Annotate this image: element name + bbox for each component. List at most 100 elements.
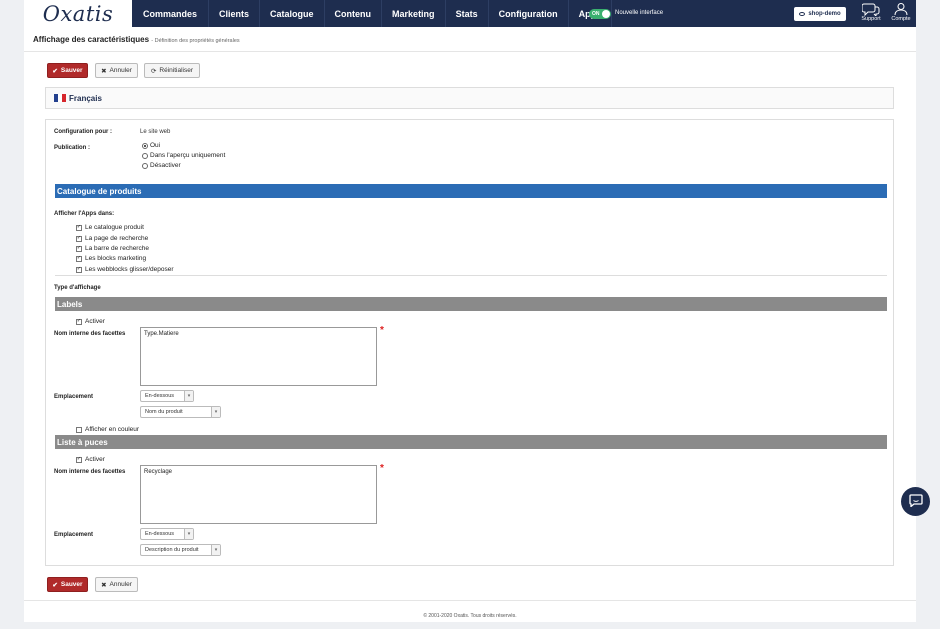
publication-label: Publication :: [54, 145, 90, 151]
checkbox-marketing-blocks[interactable]: ✓ Les blocks marketing: [76, 255, 146, 262]
main-menu: Commandes Clients Catalogue Contenu Mark…: [132, 0, 613, 27]
checkbox-search-page-label: La page de recherche: [85, 235, 149, 242]
save-label: Sauver: [60, 67, 83, 74]
settings-form: Configuration pour : Le site web Publica…: [45, 119, 894, 566]
cancel-button-top[interactable]: ✖ Annuler: [95, 63, 138, 78]
french-flag-icon: [54, 94, 66, 102]
display-type-label: Type d'affichage: [54, 285, 101, 291]
radio-disable-label: Désactiver: [150, 162, 181, 169]
checkbox-webblocks-label: Les webblocks glisser/deposer: [85, 266, 174, 273]
reset-button[interactable]: ⟳ Réinitialiser: [144, 63, 200, 78]
radio-oui-label: Oui: [150, 142, 161, 149]
chevron-down-icon: ▾: [211, 407, 220, 417]
labels-placement-label: Emplacement: [54, 394, 94, 400]
labels-field-select[interactable]: Nom du produit ▾: [140, 406, 221, 418]
radio-selected: [142, 142, 148, 149]
title-divider: [24, 51, 916, 52]
checkbox-catalogue-label: Le catalogue produit: [85, 224, 144, 231]
nav-marketing[interactable]: Marketing: [382, 0, 446, 27]
chat-icon: [908, 494, 923, 509]
config-for-value: Le site web: [140, 129, 171, 135]
bullets-facet-label: Nom interne des facettes: [54, 469, 126, 475]
bullets-placement-label: Emplacement: [54, 532, 94, 538]
publication-radio-disable[interactable]: Désactiver: [142, 162, 181, 169]
labels-facet-label: Nom interne des facettes: [54, 331, 126, 337]
radio-unselected: [142, 152, 148, 159]
reset-label: Réinitialiser: [159, 67, 194, 74]
account-label: Compte: [891, 16, 911, 22]
top-navigation: Oxatis Commandes Clients Catalogue Conte…: [24, 0, 916, 27]
toggle-knob: [602, 10, 610, 18]
labels-activate-label: Activer: [85, 318, 105, 325]
checkbox-checked: ✓: [76, 255, 82, 262]
bullets-placement-value: En-dessous: [145, 531, 175, 537]
required-asterisk: *: [380, 325, 384, 336]
shop-demo-button[interactable]: shop-demo: [794, 7, 846, 21]
account-button[interactable]: Compte: [888, 2, 914, 26]
close-icon: ✖: [101, 581, 107, 589]
checkbox-catalogue[interactable]: ✓ Le catalogue produit: [76, 224, 144, 231]
radio-preview-label: Dans l'aperçu uniquement: [150, 152, 226, 159]
nav-configuration[interactable]: Configuration: [489, 0, 569, 27]
required-asterisk: *: [380, 463, 384, 474]
bullets-placement-select[interactable]: En-dessous ▾: [140, 528, 194, 540]
color-checkbox[interactable]: Afficher en couleur: [76, 426, 139, 433]
checkbox-search-bar[interactable]: ✓ La barre de recherche: [76, 245, 149, 252]
checkbox-search-page[interactable]: ✓ La page de recherche: [76, 235, 148, 242]
language-tab[interactable]: Français: [45, 87, 894, 109]
config-for-label: Configuration pour :: [54, 129, 112, 135]
bullets-facet-textarea[interactable]: Recyclage: [140, 465, 377, 524]
save-button-top[interactable]: ✔ Sauver: [47, 63, 88, 78]
labels-activate-checkbox[interactable]: ✓ Activer: [76, 318, 105, 325]
chat-widget-button[interactable]: [901, 487, 930, 516]
eye-icon: [799, 12, 806, 16]
nav-clients[interactable]: Clients: [209, 0, 261, 27]
checkbox-marketing-label: Les blocks marketing: [85, 255, 147, 262]
close-icon: ✖: [101, 67, 107, 75]
bullets-field-select[interactable]: Description du produit ▾: [140, 544, 221, 556]
checkbox-unchecked: [76, 426, 82, 433]
labels-facet-textarea[interactable]: Type.Matiere: [140, 327, 377, 386]
page-title: Affichage des caractéristiques: [33, 35, 150, 44]
save-label: Sauver: [60, 581, 83, 588]
publication-radio-oui[interactable]: Oui: [142, 142, 160, 149]
bullets-field-value: Description du produit: [145, 547, 199, 553]
cancel-label: Annuler: [109, 67, 132, 74]
checkbox-checked: ✓: [76, 266, 82, 273]
checkbox-checked: ✓: [76, 235, 82, 242]
catalogue-section-header: Catalogue de produits: [55, 184, 887, 198]
checkbox-checked: ✓: [76, 245, 82, 252]
save-button-bottom[interactable]: ✔ Sauver: [47, 577, 88, 592]
page-subtitle: - Définition des propriétés générales: [151, 38, 240, 44]
cancel-button-bottom[interactable]: ✖ Annuler: [95, 577, 138, 592]
support-label: Support: [861, 16, 881, 22]
nav-catalogue[interactable]: Catalogue: [260, 0, 325, 27]
labels-field-value: Nom du produit: [145, 409, 183, 415]
publication-radio-preview[interactable]: Dans l'aperçu uniquement: [142, 152, 225, 159]
new-interface-toggle[interactable]: ON: [589, 9, 611, 19]
chevron-down-icon: ▾: [184, 391, 193, 401]
user-icon: [888, 2, 914, 16]
nav-commandes[interactable]: Commandes: [132, 0, 210, 27]
toggle-on-label: ON: [592, 10, 600, 17]
nav-stats[interactable]: Stats: [446, 0, 489, 27]
bullets-section-header: Liste à puces: [55, 435, 887, 449]
labels-placement-value: En-dessous: [145, 393, 175, 399]
language-label: Français: [69, 93, 102, 103]
bullets-activate-checkbox[interactable]: ✓ Activer: [76, 456, 105, 463]
color-checkbox-label: Afficher en couleur: [85, 426, 140, 433]
cancel-label: Annuler: [109, 581, 132, 588]
checkbox-checked: ✓: [76, 224, 82, 231]
refresh-icon: ⟳: [150, 67, 157, 75]
labels-placement-select[interactable]: En-dessous ▾: [140, 390, 194, 402]
nav-contenu[interactable]: Contenu: [325, 0, 383, 27]
labels-section-header: Labels: [55, 297, 887, 311]
show-in-label: Afficher l'Apps dans:: [54, 211, 115, 217]
page-content: Affichage des caractéristiques - Définit…: [24, 27, 916, 622]
footer-divider: [24, 600, 916, 601]
oxatis-logo[interactable]: Oxatis: [24, 0, 132, 27]
support-button[interactable]: Support: [858, 2, 884, 26]
chevron-down-icon: ▾: [184, 529, 193, 539]
checkbox-webblocks[interactable]: ✓ Les webblocks glisser/deposer: [76, 266, 174, 273]
footer-copyright: © 2001-2020 Oxatis. Tous droits réservés…: [423, 613, 517, 619]
